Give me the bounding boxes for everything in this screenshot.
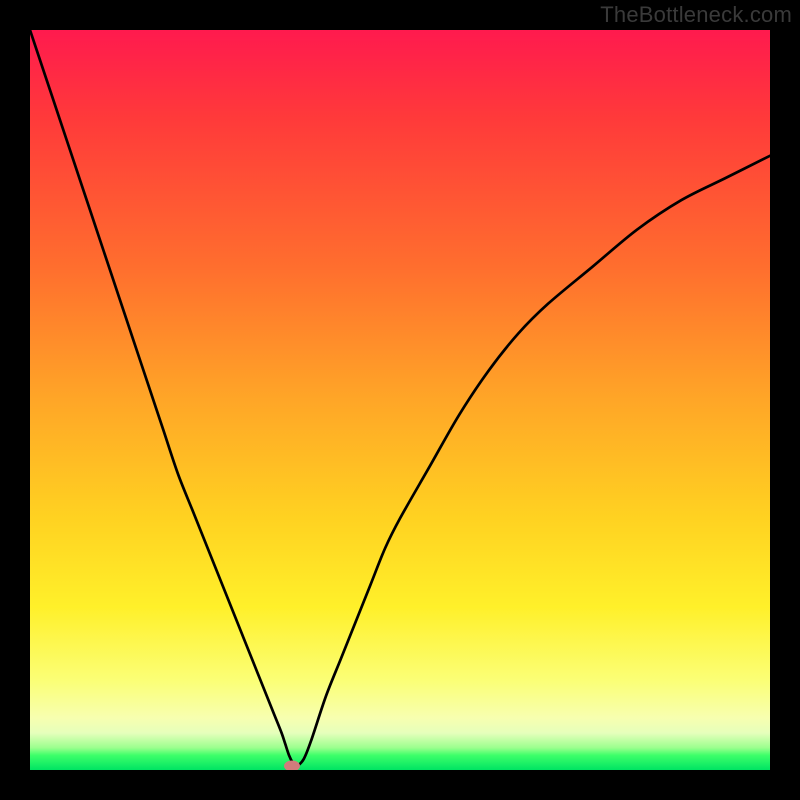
curve-path — [30, 30, 770, 766]
watermark-text: TheBottleneck.com — [600, 2, 792, 28]
chart-frame: TheBottleneck.com — [0, 0, 800, 800]
curve-svg — [30, 30, 770, 770]
minimum-marker — [284, 761, 300, 770]
plot-area — [30, 30, 770, 770]
